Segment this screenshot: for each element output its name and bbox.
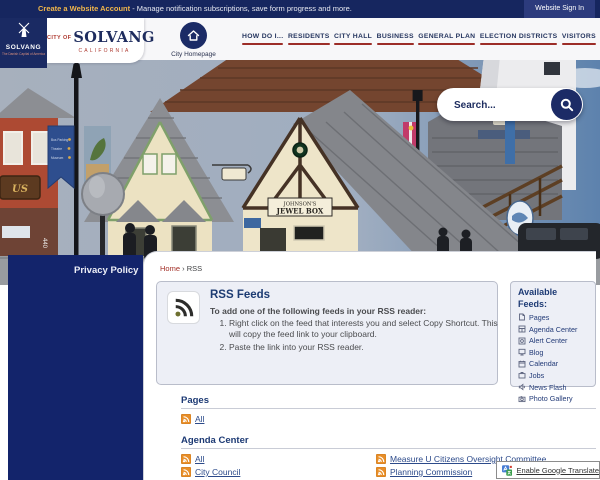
- breadcrumb-home-link[interactable]: Home: [160, 264, 180, 273]
- feed-link-news-flash[interactable]: News Flash: [518, 383, 595, 392]
- logo-tagline: The Danish Capital of America: [0, 52, 47, 56]
- rss-icon: [173, 297, 195, 319]
- banner-line-1: Bus Parking: [51, 138, 68, 142]
- agenda-icon: [518, 325, 526, 333]
- section-title-pages: Pages: [181, 395, 209, 406]
- search-bar: [437, 88, 583, 121]
- rss-feeds-lead: To add one of the following feeds in you…: [210, 306, 426, 316]
- main-navigation: HOW DO I... RESIDENTS CITY HALL BUSINESS…: [242, 18, 596, 60]
- rss-orange-icon: [376, 467, 386, 477]
- feed-row-city-council[interactable]: City Council: [181, 467, 240, 477]
- section-rule: [181, 448, 596, 449]
- shop-sign-line2: JEWEL BOX: [276, 207, 324, 216]
- address-sign: 440: [41, 238, 47, 249]
- feed-link-jobs[interactable]: Jobs: [518, 371, 595, 380]
- alert-icon: [518, 337, 526, 345]
- rss-orange-icon: [181, 414, 191, 424]
- section-rule: [181, 408, 596, 409]
- available-feeds-title: Available Feeds:: [518, 287, 578, 310]
- banner-line-3: Museum: [51, 156, 64, 160]
- nav-item-business[interactable]: BUSINESS: [377, 33, 414, 46]
- megaphone-icon: [518, 383, 526, 391]
- available-feeds-box: Available Feeds: Pages Agenda Center Ale…: [510, 281, 596, 387]
- brand-prefix: CITY OF: [47, 35, 71, 41]
- section-title-agenda-center: Agenda Center: [181, 435, 249, 446]
- brand-name: SOLVANG: [73, 29, 154, 46]
- nav-item-how-do-i[interactable]: HOW DO I...: [242, 33, 283, 46]
- breadcrumb-separator: ›: [182, 264, 185, 273]
- city-homepage-button[interactable]: [180, 22, 207, 49]
- rss-feeds-title: RSS Feeds: [210, 289, 270, 301]
- rss-orange-icon: [376, 454, 386, 464]
- feed-row-agenda-all[interactable]: All: [181, 454, 204, 464]
- google-translate-label: Enable Google Translate: [516, 466, 599, 475]
- logo-name: SOLVANG: [0, 44, 47, 51]
- page-icon: [518, 313, 526, 321]
- rss-step-1: Right click on the feed that interests y…: [229, 318, 501, 341]
- search-icon: [559, 97, 575, 113]
- google-translate-icon: [502, 465, 512, 476]
- feed-link-photo-gallery[interactable]: Photo Gallery: [518, 394, 595, 403]
- breadcrumb-current: RSS: [187, 264, 202, 273]
- blog-icon: [518, 348, 526, 356]
- rss-steps-list: Right click on the feed that interests y…: [215, 318, 501, 354]
- rss-orange-icon: [181, 454, 191, 464]
- breadcrumb: Home › RSS: [160, 264, 202, 273]
- feed-row-planning-commission[interactable]: Planning Commission: [376, 467, 472, 477]
- banner-line-2: Theatre: [51, 147, 62, 151]
- rss-orange-icon: [181, 467, 191, 477]
- left-menu-panel: Privacy Policy: [8, 255, 143, 480]
- website-signin-button[interactable]: Website Sign In: [524, 0, 595, 18]
- briefcase-icon: [518, 371, 526, 379]
- rss-intro-box: RSS Feeds To add one of the following fe…: [156, 281, 498, 385]
- create-account-link[interactable]: Create a Website Account: [38, 4, 130, 13]
- home-icon: [186, 28, 201, 43]
- nav-item-visitors[interactable]: VISITORS: [562, 33, 596, 46]
- google-translate-button[interactable]: Enable Google Translate: [496, 461, 600, 479]
- camera-icon: [518, 395, 526, 403]
- rss-icon-tile: [167, 291, 200, 324]
- rss-step-2: Paste the link into your RSS reader.: [229, 342, 501, 353]
- account-note: - Manage notification subscriptions, sav…: [130, 4, 352, 13]
- content-panel: Home › RSS RSS Feeds To add one of the f…: [143, 251, 596, 480]
- top-utility-bar: Create a Website Account - Manage notifi…: [0, 0, 600, 18]
- feed-row-pages-all[interactable]: All: [181, 414, 204, 424]
- search-input[interactable]: [452, 94, 551, 116]
- nav-item-general-plan[interactable]: GENERAL PLAN: [418, 33, 475, 46]
- city-homepage-label: City Homepage: [157, 51, 230, 58]
- brand-state: CALIFORNIA: [65, 48, 144, 54]
- feed-link-pages[interactable]: Pages: [518, 313, 595, 322]
- nav-item-city-hall[interactable]: CITY HALL: [334, 33, 372, 46]
- feed-link-calendar[interactable]: Calendar: [518, 359, 595, 368]
- feed-link-blog[interactable]: Blog: [518, 348, 595, 357]
- feed-link-alert-center[interactable]: Alert Center: [518, 336, 595, 345]
- account-message: Create a Website Account - Manage notifi…: [38, 0, 352, 18]
- menu-item-privacy-policy[interactable]: Privacy Policy: [8, 255, 143, 276]
- brand-card[interactable]: CITY OFSOLVANG CALIFORNIA: [47, 18, 144, 63]
- windmill-icon: [13, 21, 35, 38]
- wood-sign-text: US: [12, 184, 28, 195]
- feed-link-agenda-center[interactable]: Agenda Center: [518, 325, 595, 334]
- search-button[interactable]: [551, 89, 582, 120]
- calendar-icon: [518, 360, 526, 368]
- nav-item-residents[interactable]: RESIDENTS: [288, 33, 330, 46]
- page: Create a Website Account - Manage notifi…: [0, 0, 600, 480]
- solvang-logo[interactable]: SOLVANG The Danish Capital of America: [0, 18, 47, 68]
- nav-item-election-districts[interactable]: ELECTION DISTRICTS: [480, 33, 558, 46]
